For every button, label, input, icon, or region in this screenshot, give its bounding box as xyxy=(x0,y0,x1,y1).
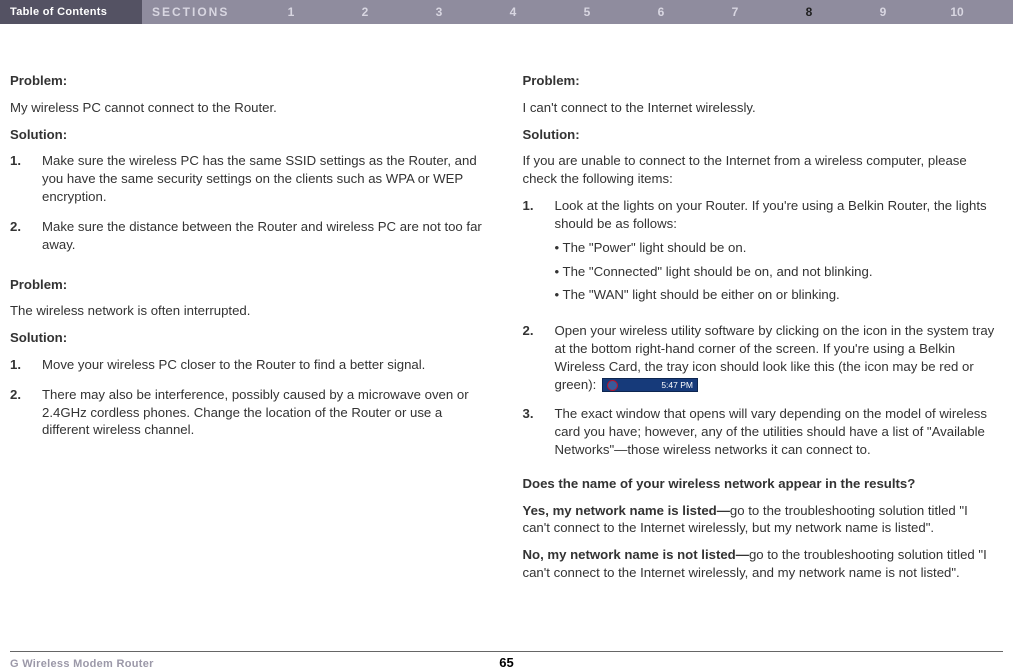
section-link-6[interactable]: 6 xyxy=(624,5,698,19)
step-number: 2. xyxy=(10,218,42,254)
list-item: 1. Look at the lights on your Router. If… xyxy=(523,197,996,310)
solution-heading: Solution: xyxy=(523,126,996,144)
sections-strip: SECTIONS 1 2 3 4 5 6 7 8 9 10 xyxy=(142,0,1013,24)
step-text: Move your wireless PC closer to the Rout… xyxy=(42,356,483,374)
section-link-8[interactable]: 8 xyxy=(772,5,846,19)
no-answer: No, my network name is not listed—go to … xyxy=(523,546,996,582)
sections-label: SECTIONS xyxy=(142,5,254,19)
list-item: 1.Make sure the wireless PC has the same… xyxy=(10,152,483,205)
list-item: 2. Open your wireless utility software b… xyxy=(523,322,996,393)
bullet-item: • The "WAN" light should be either on or… xyxy=(555,286,996,304)
page-content: Problem: My wireless PC cannot connect t… xyxy=(0,24,1013,591)
step-number: 2. xyxy=(10,386,42,439)
question-text: Does the name of your wireless network a… xyxy=(523,475,996,493)
section-link-10[interactable]: 10 xyxy=(920,5,994,19)
solution-intro: If you are unable to connect to the Inte… xyxy=(523,152,996,188)
section-link-7[interactable]: 7 xyxy=(698,5,772,19)
problem-text: My wireless PC cannot connect to the Rou… xyxy=(10,99,483,117)
step-number: 3. xyxy=(523,405,555,458)
section-link-9[interactable]: 9 xyxy=(846,5,920,19)
step-text: There may also be interference, possibly… xyxy=(42,386,483,439)
system-tray-icon: 5:47 PM xyxy=(602,378,698,392)
page-footer: G Wireless Modem Router 65 xyxy=(0,644,1013,672)
list-item: 3. The exact window that opens will vary… xyxy=(523,405,996,458)
bullet-list: • The "Power" light should be on. • The … xyxy=(555,239,996,304)
list-item: 1.Move your wireless PC closer to the Ro… xyxy=(10,356,483,374)
solution-heading: Solution: xyxy=(10,126,483,144)
list-item: 2.Make sure the distance between the Rou… xyxy=(10,218,483,254)
problem-text: I can't connect to the Internet wireless… xyxy=(523,99,996,117)
left-column: Problem: My wireless PC cannot connect t… xyxy=(10,72,483,591)
problem-heading: Problem: xyxy=(10,276,483,294)
step-text: Make sure the wireless PC has the same S… xyxy=(42,152,483,205)
yes-answer: Yes, my network name is listed—go to the… xyxy=(523,502,996,538)
step-text: The exact window that opens will vary de… xyxy=(555,405,996,458)
footer-rule xyxy=(10,651,1003,652)
page-number: 65 xyxy=(499,655,513,670)
product-name: G Wireless Modem Router xyxy=(10,658,154,670)
problem-heading: Problem: xyxy=(523,72,996,90)
section-link-5[interactable]: 5 xyxy=(550,5,624,19)
section-link-2[interactable]: 2 xyxy=(328,5,402,19)
no-bold: No, my network name is not listed— xyxy=(523,547,749,562)
step-number: 1. xyxy=(523,197,555,310)
step-text-inner: Look at the lights on your Router. If yo… xyxy=(555,198,987,231)
right-column: Problem: I can't connect to the Internet… xyxy=(523,72,996,591)
solution-heading: Solution: xyxy=(10,329,483,347)
list-item: 2.There may also be interference, possib… xyxy=(10,386,483,439)
tray-time: 5:47 PM xyxy=(661,379,693,392)
step-text: Open your wireless utility software by c… xyxy=(555,322,996,393)
toc-button[interactable]: Table of Contents xyxy=(0,0,142,24)
solution-steps: 1.Move your wireless PC closer to the Ro… xyxy=(10,356,483,439)
step-text: Look at the lights on your Router. If yo… xyxy=(555,197,996,310)
bullet-item: • The "Connected" light should be on, an… xyxy=(555,263,996,281)
section-link-4[interactable]: 4 xyxy=(476,5,550,19)
top-navigation: Table of Contents SECTIONS 1 2 3 4 5 6 7… xyxy=(0,0,1013,24)
bullet-item: • The "Power" light should be on. xyxy=(555,239,996,257)
step-number: 2. xyxy=(523,322,555,393)
section-link-1[interactable]: 1 xyxy=(254,5,328,19)
solution-steps: 1.Make sure the wireless PC has the same… xyxy=(10,152,483,253)
step-number: 1. xyxy=(10,152,42,205)
solution-steps: 1. Look at the lights on your Router. If… xyxy=(523,197,996,459)
problem-text: The wireless network is often interrupte… xyxy=(10,302,483,320)
step-text: Make sure the distance between the Route… xyxy=(42,218,483,254)
problem-heading: Problem: xyxy=(10,72,483,90)
step-number: 1. xyxy=(10,356,42,374)
section-link-3[interactable]: 3 xyxy=(402,5,476,19)
yes-bold: Yes, my network name is listed— xyxy=(523,503,730,518)
